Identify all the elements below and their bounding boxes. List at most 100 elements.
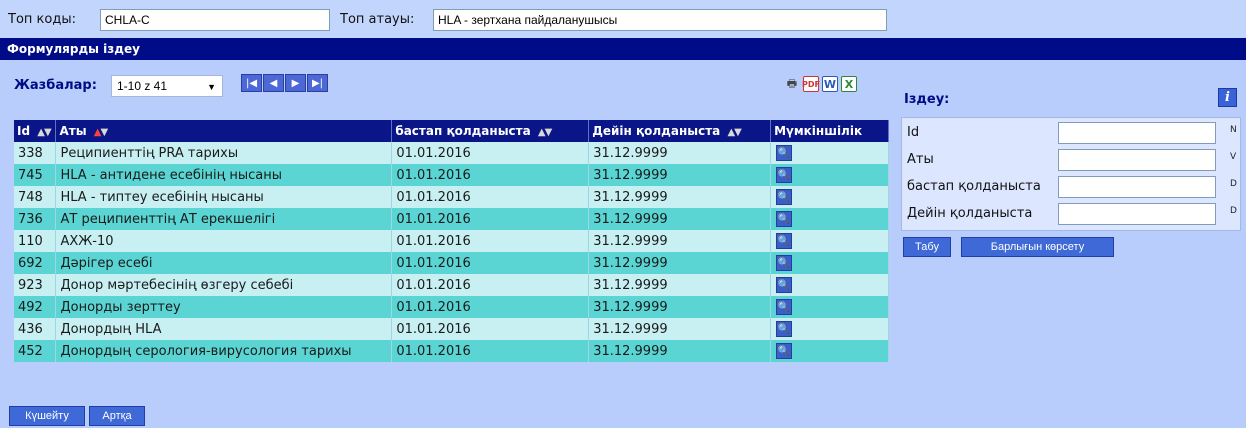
cell-from: 01.01.2016 (391, 296, 590, 318)
col-header-from[interactable]: бастап қолданыста ▲▼ (391, 120, 590, 142)
search-to-input[interactable] (1058, 203, 1216, 225)
col-header-to-label: Дейін қолданыста (592, 124, 721, 138)
search-label-name: Аты (907, 152, 934, 167)
table-row[interactable]: 748 HLA - типтеу есебінің нысаны 01.01.201… (14, 186, 889, 208)
table-row[interactable]: 745 HLA - антидене есебінің нысаны 01.01.2… (14, 164, 889, 186)
cell-to: 31.12.9999 (588, 164, 772, 186)
view-icon[interactable]: 🔍 (776, 167, 793, 184)
top-code-field[interactable]: CHLA-C (100, 9, 330, 31)
word-icon[interactable]: W (822, 76, 838, 92)
cell-to: 31.12.9999 (588, 186, 772, 208)
col-header-actions-label: Мүмкіншілік (774, 124, 863, 138)
table-row[interactable]: 110 АХЖ-10 01.01.2016 31.12.9999 🔍 (14, 230, 889, 252)
back-button[interactable]: Артқа (89, 406, 145, 426)
view-icon[interactable]: 🔍 (776, 255, 793, 272)
cell-id: 452 (14, 340, 57, 362)
view-icon[interactable]: 🔍 (776, 211, 793, 228)
print-icon[interactable]: 🖶 (784, 76, 800, 92)
records-select[interactable]: 1-10 z 41 ▼ (111, 75, 223, 97)
next-page-icon[interactable]: ▶ (285, 74, 306, 92)
cell-actions: 🔍 (770, 274, 889, 296)
view-icon[interactable]: 🔍 (776, 343, 793, 360)
view-icon[interactable]: 🔍 (776, 145, 793, 162)
last-page-icon[interactable]: ▶| (307, 74, 328, 92)
pdf-icon[interactable]: PDF (802, 76, 820, 92)
forms-table: Id ▲▼ Аты ▲▼ бастап қолданыста ▲▼ Дейін … (14, 120, 889, 362)
add-button[interactable]: Күшейту (9, 406, 85, 426)
table-row[interactable]: 436 Донордың HLA 01.01.2016 31.12.9999 🔍 (14, 318, 889, 340)
col-header-name[interactable]: Аты ▲▼ (55, 120, 393, 142)
cell-from: 01.01.2016 (391, 318, 590, 340)
cell-id: 110 (14, 230, 57, 252)
first-page-icon[interactable]: |◀ (241, 74, 262, 92)
view-icon[interactable]: 🔍 (776, 189, 793, 206)
cell-name: Донордың серология-вирусология тарихы (55, 340, 393, 362)
cell-actions: 🔍 (770, 318, 889, 340)
search-label-from: бастап қолданыста (907, 179, 1041, 194)
cell-actions: 🔍 (770, 208, 889, 230)
cell-actions: 🔍 (770, 340, 889, 362)
cell-to: 31.12.9999 (588, 340, 772, 362)
cell-from: 01.01.2016 (391, 274, 590, 296)
cell-actions: 🔍 (770, 296, 889, 318)
table-row[interactable]: 692 Дәрігер есебі 01.01.2016 31.12.9999 🔍 (14, 252, 889, 274)
search-type-name: V (1230, 152, 1237, 162)
cell-actions: 🔍 (770, 186, 889, 208)
cell-id: 923 (14, 274, 57, 296)
sort-icon[interactable]: ▲▼ (94, 127, 108, 138)
cell-id: 745 (14, 164, 57, 186)
show-all-button[interactable]: Барлығын көрсету (961, 237, 1114, 257)
search-type-to: D (1230, 206, 1237, 216)
table-body: 338 Реципиенттің PRA тарихы 01.01.2016 31.1… (14, 142, 889, 362)
view-icon[interactable]: 🔍 (776, 321, 793, 338)
cell-from: 01.01.2016 (391, 340, 590, 362)
cell-name: Донордың HLA (55, 318, 393, 340)
cell-name: Донорды зерттеу (55, 296, 393, 318)
col-header-id[interactable]: Id ▲▼ (14, 120, 57, 142)
search-name-input[interactable] (1058, 149, 1216, 171)
view-icon[interactable]: 🔍 (776, 277, 793, 294)
cell-name: HLA - типтеу есебінің нысаны (55, 186, 393, 208)
view-icon[interactable]: 🔍 (776, 233, 793, 250)
cell-to: 31.12.9999 (588, 274, 772, 296)
cell-name: HLA - антидене есебінің нысаны (55, 164, 393, 186)
page-title: Формулярды іздеу (0, 38, 1246, 60)
search-label-id: Id (907, 125, 920, 140)
cell-actions: 🔍 (770, 142, 889, 164)
search-from-input[interactable] (1058, 176, 1216, 198)
info-icon[interactable]: i (1218, 88, 1237, 107)
cell-actions: 🔍 (770, 164, 889, 186)
records-select-value: 1-10 z 41 (117, 79, 168, 93)
top-name-label: Топ атауы: (340, 12, 415, 27)
cell-name: АХЖ-10 (55, 230, 393, 252)
cell-id: 338 (14, 142, 57, 164)
col-header-from-label: бастап қолданыста (395, 124, 531, 138)
table-row[interactable]: 452 Донордың серология-вирусология тарихы… (14, 340, 889, 362)
pager: |◀ ◀ ▶ ▶| (241, 74, 328, 92)
cell-actions: 🔍 (770, 252, 889, 274)
col-header-to[interactable]: Дейін қолданыста ▲▼ (588, 120, 772, 142)
sort-icon[interactable]: ▲▼ (727, 127, 741, 138)
cell-from: 01.01.2016 (391, 252, 590, 274)
top-code-label: Топ коды: (8, 12, 76, 27)
table-row[interactable]: 338 Реципиенттің PRA тарихы 01.01.2016 31.1… (14, 142, 889, 164)
view-icon[interactable]: 🔍 (776, 299, 793, 316)
search-id-input[interactable] (1058, 122, 1216, 144)
table-row[interactable]: 923 Донор мәртебесінің өзгеру себебі 01.01… (14, 274, 889, 296)
prev-page-icon[interactable]: ◀ (263, 74, 284, 92)
excel-icon[interactable]: X (841, 76, 857, 92)
cell-id: 692 (14, 252, 57, 274)
cell-id: 436 (14, 318, 57, 340)
table-row[interactable]: 736 АТ реципиенттің АТ ерекшелігі 01.01.20… (14, 208, 889, 230)
sort-icon[interactable]: ▲▼ (37, 127, 51, 138)
find-button[interactable]: Табу (903, 237, 951, 257)
sort-icon[interactable]: ▲▼ (538, 127, 552, 138)
cell-actions: 🔍 (770, 230, 889, 252)
export-toolbar: 🖶 PDF W X (784, 76, 857, 92)
cell-to: 31.12.9999 (588, 318, 772, 340)
cell-from: 01.01.2016 (391, 164, 590, 186)
cell-name: АТ реципиенттің АТ ерекшелігі (55, 208, 393, 230)
table-row[interactable]: 492 Донорды зерттеу 01.01.2016 31.12.9999 🔍 (14, 296, 889, 318)
top-name-field[interactable]: HLA - зертхана пайдаланушысы (433, 9, 887, 31)
records-label: Жазбалар: (14, 78, 97, 93)
